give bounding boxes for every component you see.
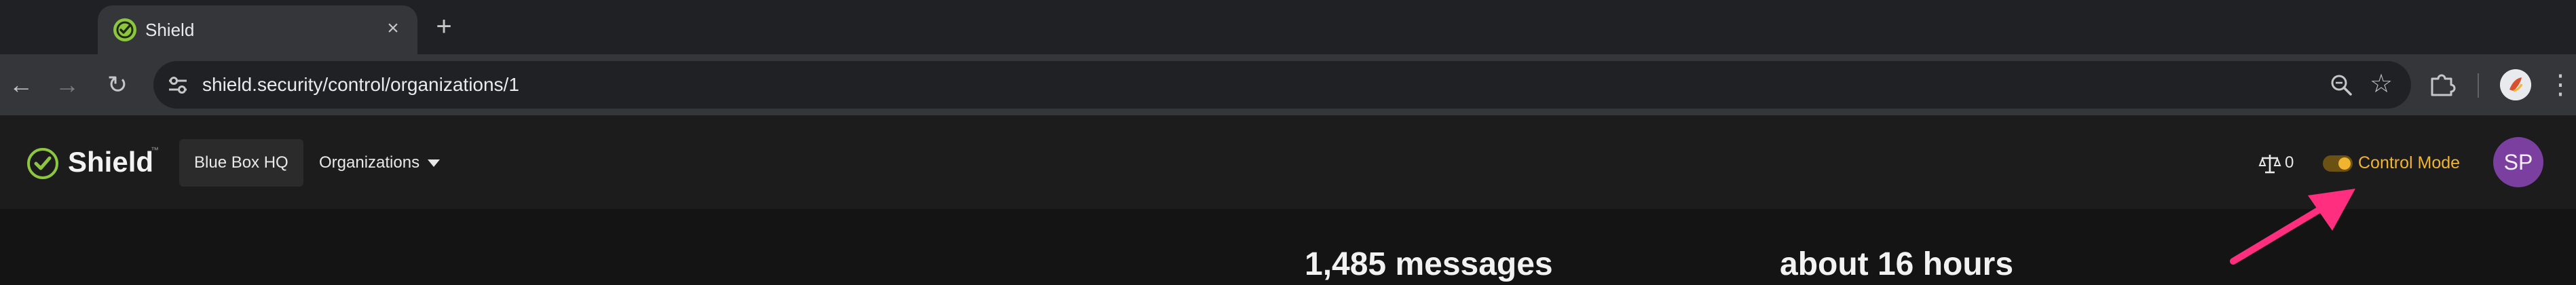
browser-tabstrip: Shield × + (0, 0, 2576, 54)
browser-menu-icon[interactable]: ⋮ (2547, 68, 2574, 102)
control-mode-toggle[interactable] (2323, 155, 2353, 172)
control-mode-toggle-knob (2338, 157, 2351, 170)
bookmark-star-icon[interactable]: ☆ (2366, 69, 2396, 99)
user-avatar[interactable]: SP (2493, 137, 2543, 187)
brand-name[interactable]: Shield (68, 142, 153, 182)
reload-icon[interactable]: ↻ (100, 68, 134, 102)
profile-avatar-icon[interactable] (2500, 69, 2531, 100)
zoom-icon[interactable] (2328, 72, 2354, 98)
messages-stat: 1,485 messages (1305, 246, 1553, 282)
scale-icon[interactable] (2258, 153, 2281, 174)
shield-logo-icon[interactable] (27, 148, 58, 179)
trademark-mark: ™ (151, 145, 159, 155)
back-arrow-icon[interactable]: ← (4, 68, 38, 102)
organizations-dropdown[interactable]: Organizations (319, 139, 441, 187)
shield-favicon-icon (113, 18, 136, 41)
close-icon[interactable]: × (381, 16, 405, 41)
app-header: Shield ™ Blue Box HQ Organizations 0 Con… (0, 115, 2576, 209)
extensions-puzzle-icon[interactable] (2427, 69, 2457, 99)
browser-tab-shield[interactable]: Shield × (98, 5, 417, 54)
scale-count: 0 (2285, 153, 2294, 172)
browser-toolbar: ← → ↻ shield.security/control/organizati… (0, 54, 2576, 115)
site-info-icon[interactable] (166, 73, 190, 97)
toolbar-divider (2478, 73, 2479, 98)
organizations-label: Organizations (319, 153, 420, 172)
time-stat: about 16 hours (1780, 246, 2014, 282)
url-text[interactable]: shield.security/control/organizations/1 (202, 71, 519, 98)
new-tab-button[interactable]: + (428, 11, 460, 43)
forward-arrow-icon[interactable]: → (50, 68, 84, 102)
control-mode-label[interactable]: Control Mode (2358, 149, 2460, 176)
address-bar[interactable]: shield.security/control/organizations/1 … (153, 61, 2411, 109)
tab-title: Shield (145, 20, 195, 40)
caret-down-icon (428, 159, 441, 168)
current-organization-button[interactable]: Blue Box HQ (179, 139, 303, 187)
